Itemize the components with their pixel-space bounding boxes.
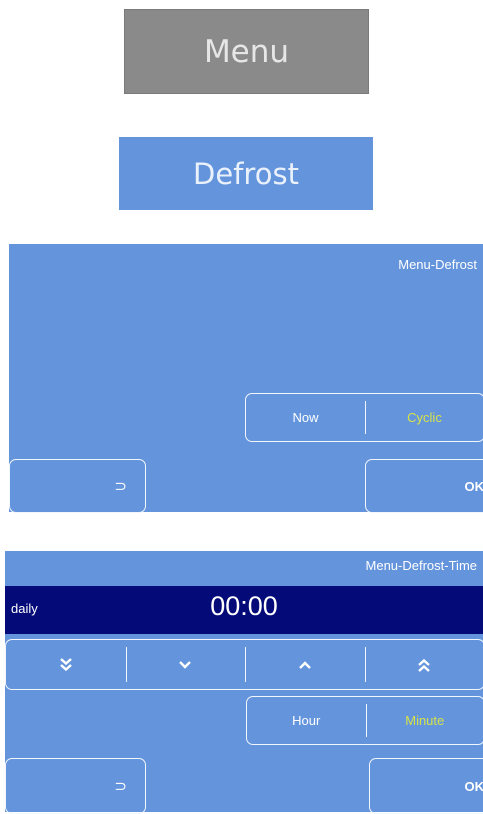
mode-now-option[interactable]: Now (246, 394, 365, 441)
time-unit-selector: Hour Minute (246, 696, 483, 745)
mode-cyclic-option[interactable]: Cyclic (365, 394, 483, 441)
menu-button[interactable]: Menu (124, 9, 369, 94)
ok-label: OK (465, 779, 483, 794)
ok-button[interactable]: OK (365, 459, 483, 513)
back-icon: ⊃ (114, 777, 127, 795)
ok-button[interactable]: OK (369, 758, 483, 814)
decrement-fast-button[interactable] (6, 640, 126, 689)
menu-button-label: Menu (204, 34, 289, 70)
back-button[interactable]: ⊃ (5, 758, 146, 814)
increment-fast-button[interactable] (365, 640, 483, 689)
defrost-time-screen: Menu-Defrost-Time daily 00:00 (5, 551, 483, 812)
breadcrumb: Menu-Defrost (398, 257, 477, 272)
double-chevron-down-icon (58, 657, 74, 673)
chevron-down-icon (177, 657, 193, 673)
time-adjust-bar (5, 639, 483, 690)
chevron-up-icon (297, 657, 313, 673)
unit-hour-option[interactable]: Hour (247, 697, 366, 744)
defrost-button[interactable]: Defrost (119, 137, 373, 210)
ok-label: OK (465, 479, 483, 494)
defrost-button-label: Defrost (193, 157, 299, 191)
defrost-screen: Menu-Defrost Now Cyclic ⊃ OK (9, 244, 483, 512)
time-value: 00:00 (5, 591, 483, 622)
defrost-mode-selector: Now Cyclic (245, 393, 483, 442)
double-chevron-up-icon (416, 657, 432, 673)
breadcrumb: Menu-Defrost-Time (366, 558, 477, 573)
back-icon: ⊃ (114, 477, 127, 495)
time-display: daily 00:00 (5, 586, 483, 634)
decrement-button[interactable] (126, 640, 246, 689)
back-button[interactable]: ⊃ (9, 459, 146, 513)
increment-button[interactable] (245, 640, 365, 689)
unit-minute-option[interactable]: Minute (366, 697, 483, 744)
